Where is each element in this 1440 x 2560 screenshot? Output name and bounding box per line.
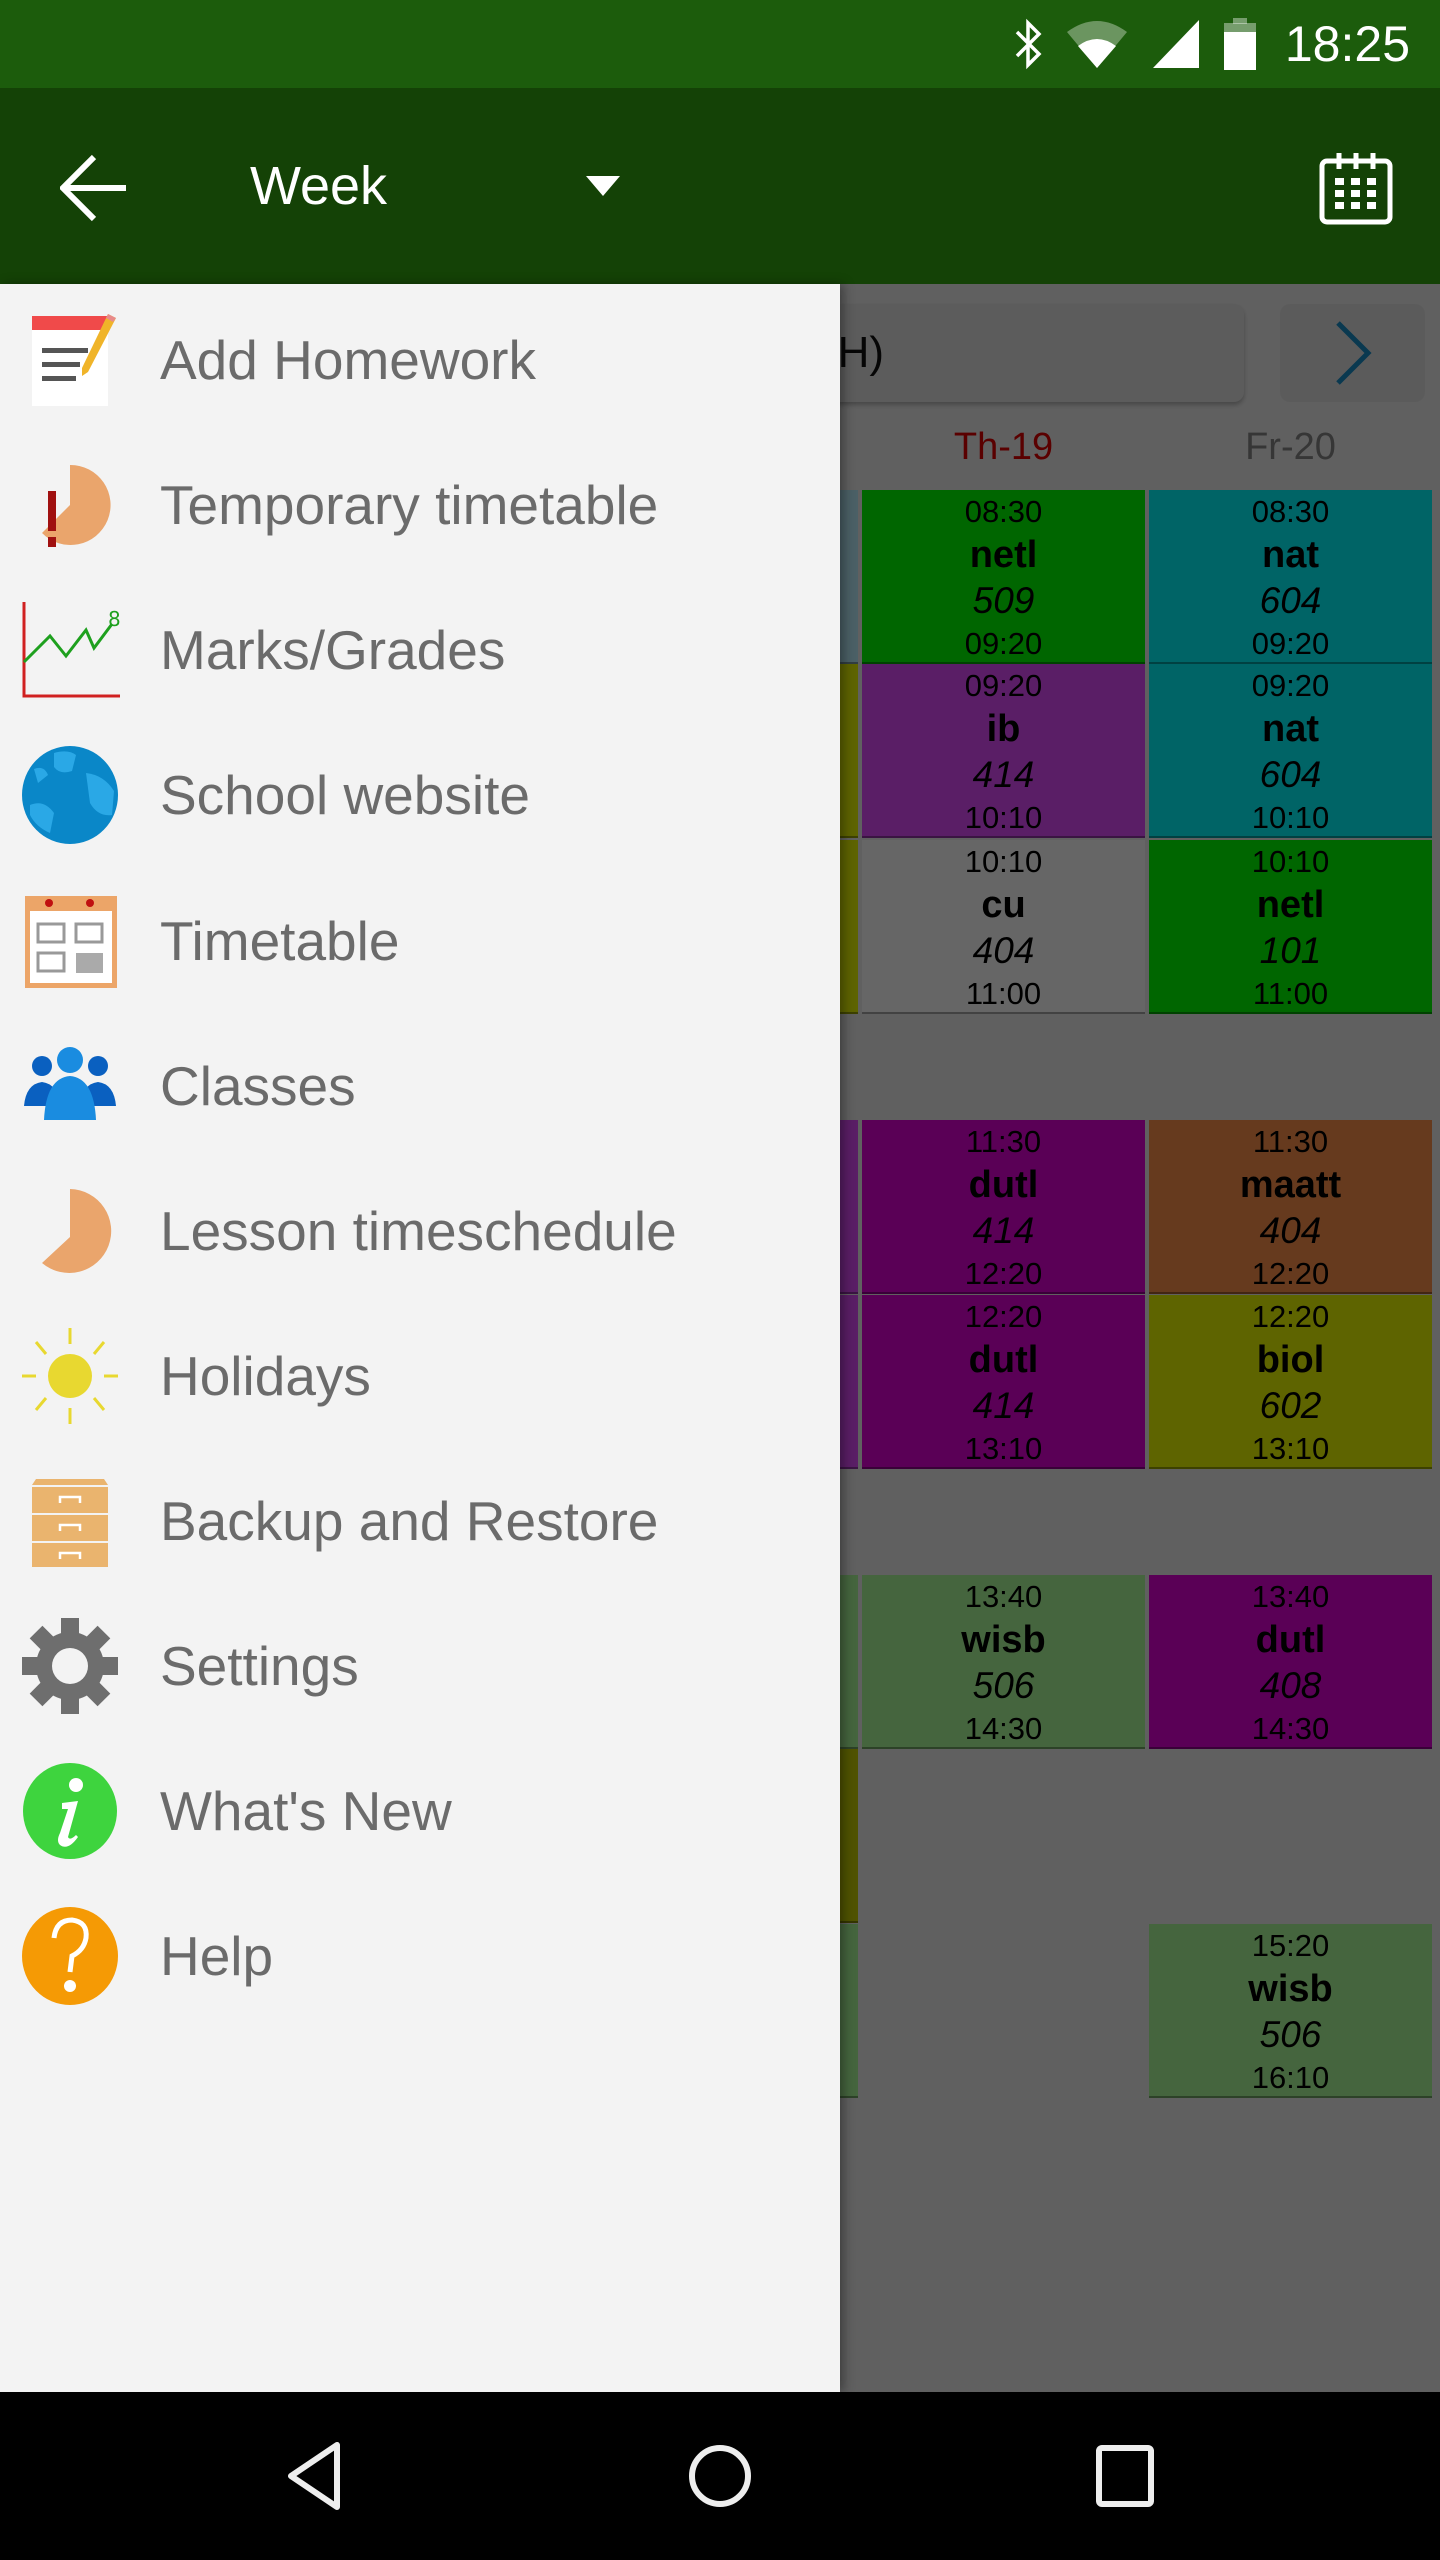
- bluetooth-icon: [1015, 18, 1042, 70]
- status-icons: 18:25: [1013, 0, 1410, 88]
- status-time: 18:25: [1284, 16, 1410, 72]
- info-icon: [20, 1761, 120, 1861]
- arrow-back-icon: [60, 154, 126, 222]
- drawer-item-marks-grades[interactable]: 8 Marks/Grades: [0, 577, 840, 722]
- svg-text:8: 8: [108, 607, 120, 631]
- nav-back-button[interactable]: [265, 2426, 365, 2526]
- drawer-item-settings[interactable]: Settings: [0, 1593, 840, 1738]
- drawer-item-timetable[interactable]: Timetable: [0, 868, 840, 1013]
- drawer-item-backup-restore[interactable]: Backup and Restore: [0, 1448, 840, 1593]
- drawer-item-label: Backup and Restore: [160, 1489, 659, 1552]
- drawer-item-label: School website: [160, 763, 530, 826]
- drawer-item-label: Add Homework: [160, 328, 536, 391]
- cell-signal-icon: [1152, 20, 1199, 68]
- timetable-icon: [20, 891, 120, 991]
- status-bar: 18:25: [0, 0, 1440, 88]
- nav-recents-button[interactable]: [1075, 2426, 1175, 2526]
- calendar-button[interactable]: [1310, 143, 1402, 233]
- nav-back-icon: [288, 2442, 340, 2510]
- people-icon: [20, 1036, 120, 1136]
- drawer-item-label: Settings: [160, 1634, 359, 1697]
- drawer-item-label: What's New: [160, 1779, 452, 1842]
- drawer-item-classes[interactable]: Classes: [0, 1013, 840, 1158]
- drawer-item-label: Temporary timetable: [160, 473, 659, 536]
- drawer-item-label: Help: [160, 1924, 274, 1987]
- calendar-icon: [1319, 153, 1393, 225]
- drawer-item-temporary-timetable[interactable]: Temporary timetable: [0, 432, 840, 577]
- drawer-item-label: Lesson timeschedule: [160, 1199, 677, 1262]
- drawer-item-add-homework[interactable]: Add Homework: [0, 287, 840, 432]
- drawer-item-whats-new[interactable]: What's New: [0, 1738, 840, 1883]
- help-icon: [20, 1906, 120, 2006]
- drawer-item-lesson-timeschedule[interactable]: Lesson timeschedule: [0, 1158, 840, 1303]
- drawer-item-help[interactable]: Help: [0, 1883, 840, 2028]
- drawer-item-label: Holidays: [160, 1344, 371, 1407]
- drawer-item-school-website[interactable]: School website: [0, 722, 840, 867]
- view-selector-dropdown[interactable]: Week: [250, 138, 640, 234]
- navigation-drawer: Add Homework Temporary timetable 8 Marks…: [0, 284, 840, 2392]
- drawer-item-holidays[interactable]: Holidays: [0, 1303, 840, 1448]
- view-selector-value: Week: [250, 156, 388, 216]
- wifi-icon: [1066, 21, 1127, 68]
- nav-home-button[interactable]: [670, 2426, 770, 2526]
- drawer-item-label: Classes: [160, 1054, 356, 1117]
- temporary-timetable-icon: [20, 455, 120, 555]
- gear-icon: [20, 1616, 120, 1716]
- app-toolbar: Week: [0, 88, 1440, 284]
- sun-icon: [20, 1326, 120, 1426]
- battery-icon: [1223, 18, 1256, 70]
- nav-recents-icon: [1096, 2445, 1154, 2507]
- nav-home-icon: [689, 2445, 751, 2507]
- back-button[interactable]: [50, 143, 140, 233]
- dropdown-arrow-icon: [586, 176, 620, 196]
- homework-notepad-icon: [20, 310, 120, 410]
- clock-pie-icon: [20, 1181, 120, 1281]
- cabinet-icon: [20, 1471, 120, 1571]
- globe-icon: [20, 745, 120, 845]
- grades-chart-icon: 8: [20, 600, 120, 700]
- system-navigation-bar: [0, 2392, 1440, 2560]
- drawer-item-label: Marks/Grades: [160, 618, 506, 681]
- drawer-item-label: Timetable: [160, 909, 400, 972]
